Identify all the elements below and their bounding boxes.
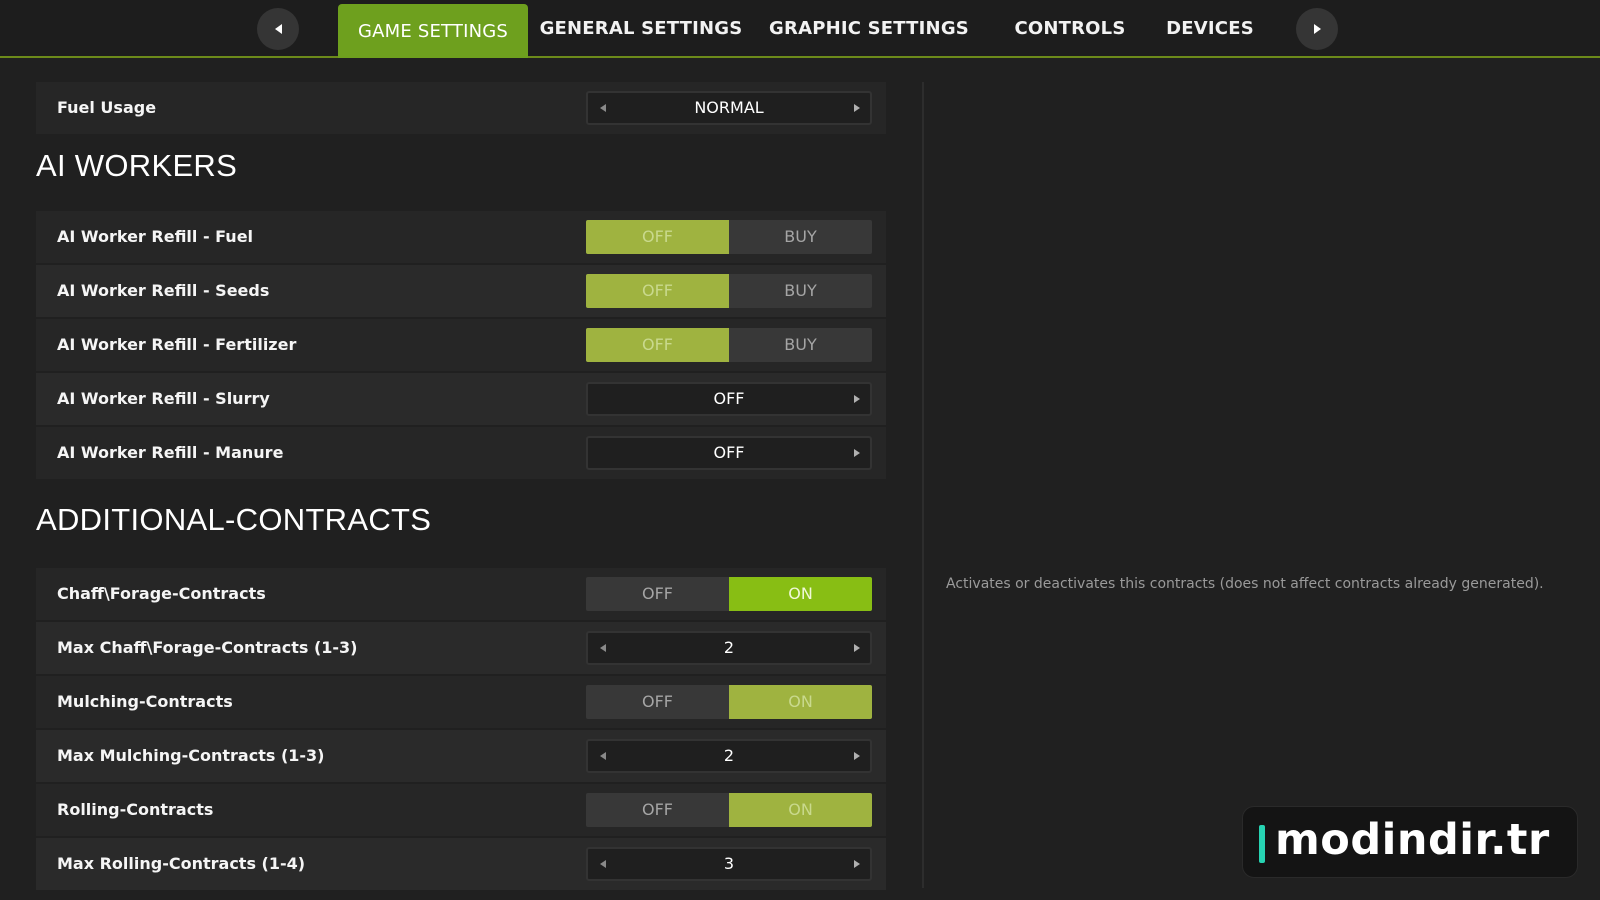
arrow-right-icon[interactable] [854, 860, 860, 868]
setting-row-fuel-usage: Fuel Usage NORMAL [36, 82, 886, 134]
ai-refill-manure-selector[interactable]: OFF [586, 436, 872, 470]
toggle-option-off[interactable]: OFF [586, 685, 729, 719]
setting-row-chaff-forage-contracts: Chaff\Forage-Contracts OFF ON [36, 568, 886, 620]
rolling-contracts-toggle[interactable]: OFF ON [586, 793, 872, 827]
toggle-option-off[interactable]: OFF [586, 793, 729, 827]
selector-value: 2 [723, 746, 735, 765]
tab-game-settings[interactable]: GAME SETTINGS [338, 4, 528, 58]
selector-value: OFF [713, 443, 745, 462]
setting-row-mulching-contracts: Mulching-Contracts OFF ON [36, 676, 886, 728]
toggle-option-off[interactable]: OFF [586, 328, 729, 362]
max-rolling-selector[interactable]: 3 [586, 847, 872, 881]
ai-refill-fertilizer-toggle[interactable]: OFF BUY [586, 328, 872, 362]
tab-devices[interactable]: DEVICES [1158, 0, 1262, 56]
top-nav: GAME SETTINGS GENERAL SETTINGS GRAPHIC S… [0, 0, 1600, 58]
setting-label: Mulching-Contracts [57, 692, 233, 711]
setting-row-max-mulching-contracts: Max Mulching-Contracts (1-3) 2 [36, 730, 886, 782]
max-chaff-forage-selector[interactable]: 2 [586, 631, 872, 665]
setting-label: Chaff\Forage-Contracts [57, 584, 266, 603]
setting-row-ai-refill-fertilizer: AI Worker Refill - Fertilizer OFF BUY [36, 319, 886, 371]
tab-controls[interactable]: CONTROLS [1006, 0, 1134, 56]
panel-divider [922, 82, 924, 888]
arrow-right-icon[interactable] [854, 104, 860, 112]
triangle-left-icon [274, 24, 282, 34]
toggle-option-off[interactable]: OFF [586, 274, 729, 308]
setting-row-max-chaff-forage-contracts: Max Chaff\Forage-Contracts (1-3) 2 [36, 622, 886, 674]
toggle-option-buy[interactable]: BUY [729, 274, 872, 308]
tab-general-settings[interactable]: GENERAL SETTINGS [540, 0, 743, 56]
setting-label: Fuel Usage [57, 98, 157, 117]
setting-label: AI Worker Refill - Manure [57, 443, 284, 462]
max-mulching-selector[interactable]: 2 [586, 739, 872, 773]
setting-row-ai-refill-slurry: AI Worker Refill - Slurry OFF [36, 373, 886, 425]
setting-label: Max Chaff\Forage-Contracts (1-3) [57, 638, 358, 657]
setting-label: Max Rolling-Contracts (1-4) [57, 854, 306, 873]
toggle-option-off[interactable]: OFF [586, 577, 729, 611]
arrow-right-icon[interactable] [854, 644, 860, 652]
fuel-usage-selector[interactable]: NORMAL [586, 91, 872, 125]
selector-value: OFF [713, 389, 745, 408]
setting-label: AI Worker Refill - Fertilizer [57, 335, 297, 354]
watermark-bar [1259, 825, 1265, 863]
toggle-option-on[interactable]: ON [729, 685, 872, 719]
mulching-contracts-toggle[interactable]: OFF ON [586, 685, 872, 719]
section-title-ai-workers: AI WORKERS [36, 148, 238, 183]
watermark-logo: modindir.tr [1242, 806, 1578, 878]
chaff-forage-contracts-toggle[interactable]: OFF ON [586, 577, 872, 611]
selector-value: 3 [723, 854, 735, 873]
toggle-option-buy[interactable]: BUY [729, 220, 872, 254]
selector-value: 2 [723, 638, 735, 657]
setting-label: AI Worker Refill - Seeds [57, 281, 270, 300]
toggle-option-buy[interactable]: BUY [729, 328, 872, 362]
setting-label: AI Worker Refill - Slurry [57, 389, 270, 408]
setting-row-max-rolling-contracts: Max Rolling-Contracts (1-4) 3 [36, 838, 886, 890]
setting-label: Max Mulching-Contracts (1-3) [57, 746, 325, 765]
setting-row-ai-refill-manure: AI Worker Refill - Manure OFF [36, 427, 886, 479]
help-description: Activates or deactivates this contracts … [946, 576, 1544, 592]
setting-row-rolling-contracts: Rolling-Contracts OFF ON [36, 784, 886, 836]
section-title-additional-contracts: ADDITIONAL-CONTRACTS [36, 502, 432, 537]
arrow-right-icon[interactable] [854, 449, 860, 457]
ai-refill-fuel-toggle[interactable]: OFF BUY [586, 220, 872, 254]
watermark-text: modindir.tr [1275, 815, 1550, 865]
setting-label: AI Worker Refill - Fuel [57, 227, 254, 246]
arrow-right-icon[interactable] [854, 395, 860, 403]
setting-row-ai-refill-fuel: AI Worker Refill - Fuel OFF BUY [36, 211, 886, 263]
ai-refill-seeds-toggle[interactable]: OFF BUY [586, 274, 872, 308]
tab-graphic-settings[interactable]: GRAPHIC SETTINGS [769, 0, 969, 56]
arrow-right-icon[interactable] [854, 752, 860, 760]
selector-value: NORMAL [694, 98, 764, 117]
toggle-option-on[interactable]: ON [729, 793, 872, 827]
triangle-right-icon [1313, 24, 1321, 34]
toggle-option-off[interactable]: OFF [586, 220, 729, 254]
setting-label: Rolling-Contracts [57, 800, 214, 819]
next-tab-button[interactable] [1296, 8, 1338, 50]
toggle-option-on[interactable]: ON [729, 577, 872, 611]
prev-tab-button[interactable] [257, 8, 299, 50]
setting-row-ai-refill-seeds: AI Worker Refill - Seeds OFF BUY [36, 265, 886, 317]
ai-refill-slurry-selector[interactable]: OFF [586, 382, 872, 416]
